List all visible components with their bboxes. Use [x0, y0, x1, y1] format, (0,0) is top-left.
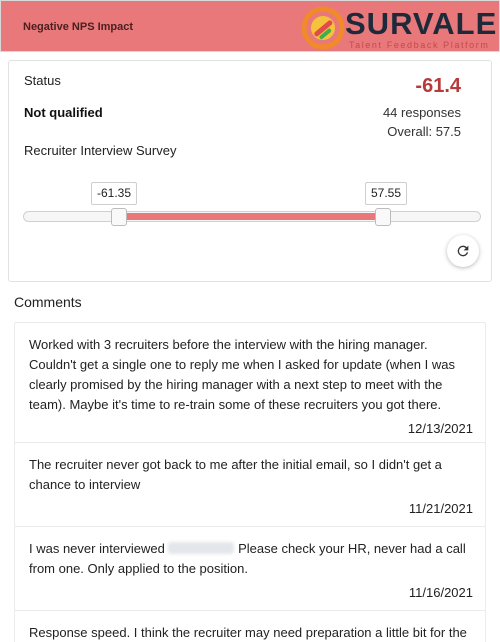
comment-text: Worked with 3 recruiters before the inte…	[29, 337, 455, 412]
survale-logo: SURVALE Talent Feedback Platform	[301, 5, 497, 51]
nps-score: -61.4	[415, 75, 461, 97]
refresh-icon	[457, 245, 469, 257]
comment-date: 11/21/2021	[408, 501, 473, 516]
brand-tagline: Talent Feedback Platform	[349, 40, 490, 50]
comment-text: Response speed. I think the recruiter ma…	[29, 625, 467, 640]
comment-date: 12/13/2021	[407, 421, 473, 436]
range-max-tooltip: 57.55	[365, 182, 408, 205]
comment-date: 11/16/2021	[408, 585, 473, 600]
survey-name: Recruiter Interview Survey	[24, 143, 177, 158]
comment-item: The recruiter never got back to me after…	[14, 442, 486, 527]
nps-summary-card: Status Not qualified Recruiter Interview…	[8, 60, 492, 282]
comment-text-start: I was never interviewed	[29, 541, 165, 556]
reset-button[interactable]	[447, 235, 479, 267]
comment-text: I was never interviewed Please check you…	[29, 539, 473, 579]
redacted-name	[168, 542, 235, 554]
comment-item: I was never interviewed Please check you…	[14, 526, 486, 611]
brand-name: SURVALE	[345, 6, 498, 41]
response-count: 44 responses	[382, 105, 461, 120]
comment-item: Response speed. I think the recruiter ma…	[14, 610, 486, 642]
range-slider-max-handle[interactable]	[375, 208, 392, 226]
header-bar: Negative NPS Impact SURVALE Talent Feedb…	[0, 0, 500, 52]
range-slider-track[interactable]	[23, 208, 481, 226]
range-min-tooltip: -61.35	[91, 182, 138, 205]
comments-heading: Comments	[14, 294, 82, 310]
overall-score: Overall: 57.5	[387, 124, 461, 139]
page-title: Negative NPS Impact	[23, 21, 134, 33]
comment-item: Worked with 3 recruiters before the inte…	[14, 322, 486, 447]
survale-logo-mark-icon	[301, 6, 345, 50]
status-label: Status	[24, 73, 61, 88]
status-value: Not qualified	[24, 105, 103, 120]
range-slider-min-handle[interactable]	[111, 208, 128, 226]
range-slider-fill	[119, 213, 384, 220]
comment-text: The recruiter never got back to me after…	[29, 457, 442, 492]
